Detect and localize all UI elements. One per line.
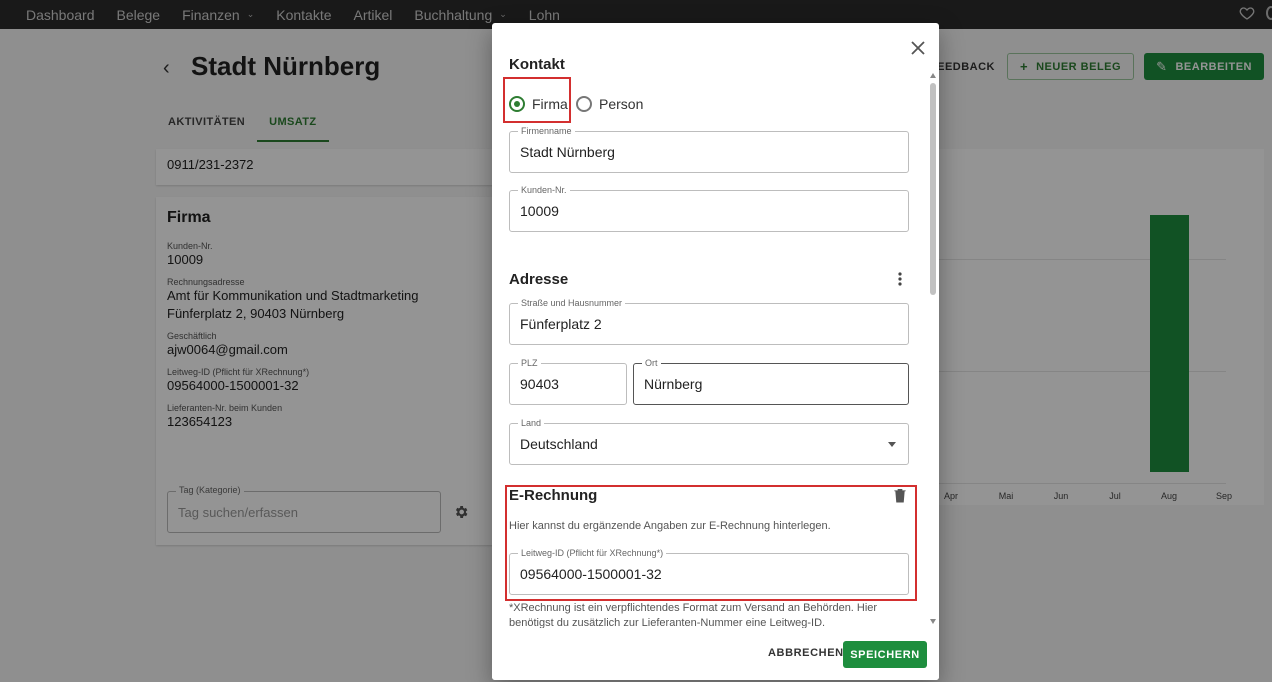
field-value: Nürnberg [644,376,703,392]
cancel-button[interactable]: ABBRECHEN [762,639,850,667]
scrollbar-thumb[interactable] [930,83,936,295]
erechnung-heading: E-Rechnung [509,487,598,504]
field-value: Deutschland [520,436,598,452]
more-vertical-icon[interactable] [898,272,902,286]
radio-firma[interactable]: Firma [509,96,568,112]
country-select[interactable]: Land Deutschland [509,418,909,465]
field-value: Stadt Nürnberg [520,144,615,160]
dialog-body: Kontakt Firma Person Firmenname Stadt Nü… [492,23,939,628]
field-label: Leitweg-ID (Pflicht für XRechnung*) [518,548,667,558]
radio-label: Person [599,96,644,112]
contact-heading: Kontakt [509,56,565,73]
xrechnung-note: *XRechnung ist ein verpflichtendes Forma… [509,602,878,628]
field-label: PLZ [518,358,541,368]
field-value: 09564000-1500001-32 [520,566,662,582]
scroll-down-icon[interactable] [930,619,936,624]
field-label: Straße und Hausnummer [518,298,626,308]
field-value: 90403 [520,376,559,392]
company-name-field[interactable]: Firmenname Stadt Nürnberg [509,126,909,173]
address-heading: Adresse [509,271,569,288]
radio-person[interactable]: Person [576,96,643,112]
customer-no-field[interactable]: Kunden-Nr. 10009 [509,185,909,232]
field-value: Fünferplatz 2 [520,316,602,332]
city-field[interactable]: Ort Nürnberg [633,358,909,405]
dialog-footer: ABBRECHEN SPEICHERN [492,628,939,680]
field-label: Kunden-Nr. [518,185,570,195]
field-label: Ort [642,358,661,368]
field-label: Firmenname [518,126,575,136]
zip-field[interactable]: PLZ 90403 [509,358,627,405]
erechnung-hint: Hier kannst du ergänzende Angaben zur E-… [509,520,831,532]
radio-label: Firma [532,96,568,112]
radio-unchecked-icon [576,96,592,112]
scroll-up-icon[interactable] [930,73,936,78]
trash-icon[interactable] [893,488,907,503]
radio-checked-icon [509,96,525,112]
leitweg-id-field[interactable]: Leitweg-ID (Pflicht für XRechnung*) 0956… [509,548,909,595]
save-button[interactable]: SPEICHERN [843,641,927,668]
field-value: 10009 [520,203,559,219]
field-label: Land [518,418,545,428]
dialog-scrollbar[interactable] [928,71,939,628]
dropdown-arrow-icon [888,442,896,447]
edit-contact-dialog: Kontakt Firma Person Firmenname Stadt Nü… [492,23,939,680]
street-field[interactable]: Straße und Hausnummer Fünferplatz 2 [509,298,909,345]
